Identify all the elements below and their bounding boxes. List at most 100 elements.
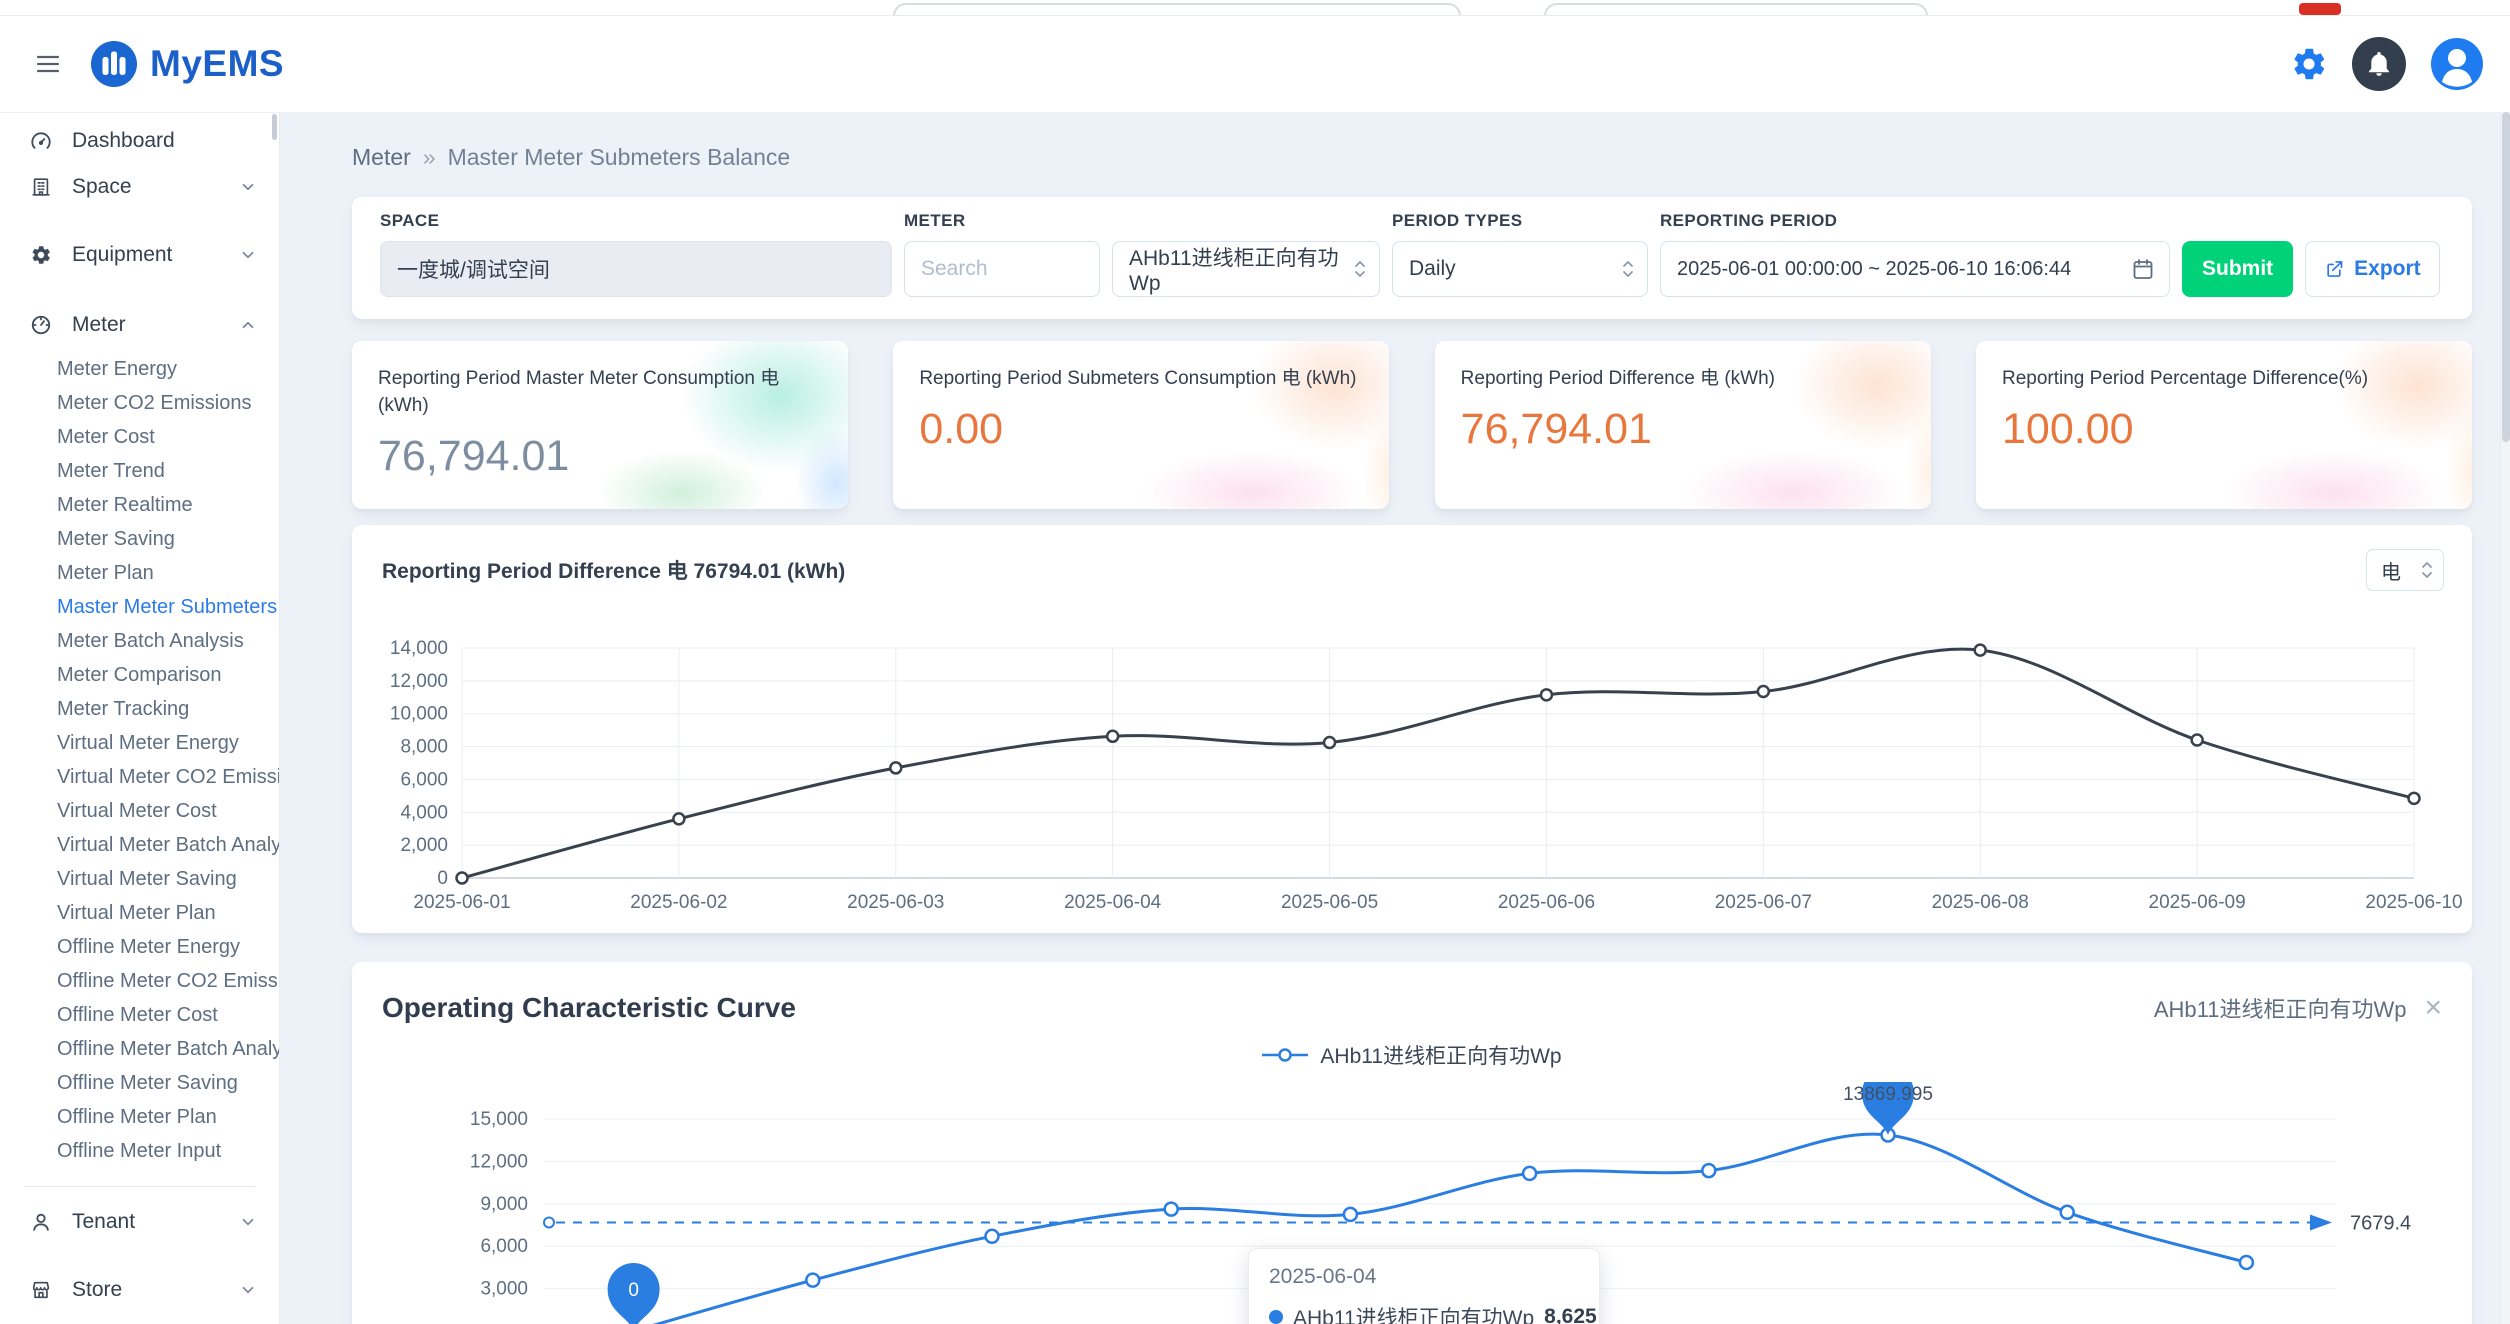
sidebar-subitem-virtual-meter-co2-emissions[interactable]: Virtual Meter CO2 Emissions (0, 760, 279, 794)
header-actions (2290, 37, 2484, 91)
sidebar-item-equipment[interactable]: Equipment (0, 232, 279, 278)
sidebar-subitem-meter-energy[interactable]: Meter Energy (0, 352, 279, 386)
reporting-period-input[interactable]: 2025-06-01 00:00:00 ~ 2025-06-10 16:06:4… (1660, 241, 2170, 297)
sidebar-subitem-meter-co2-emissions[interactable]: Meter CO2 Emissions (0, 386, 279, 420)
sidebar-subitem-offline-meter-plan[interactable]: Offline Meter Plan (0, 1100, 279, 1134)
sidebar-item-tenant[interactable]: Tenant (0, 1199, 279, 1245)
legend-line-icon (1262, 1047, 1308, 1063)
browser-record-indicator (2299, 3, 2341, 15)
breadcrumb-meter[interactable]: Meter (352, 144, 411, 171)
sidebar-subitem-offline-meter-input[interactable]: Offline Meter Input (0, 1134, 279, 1168)
tooltip-row: AHb11进线柜正向有功Wp 8,625 (1269, 1302, 1579, 1324)
sidebar-subitem-virtual-meter-batch-analysis[interactable]: Virtual Meter Batch Analysis (0, 828, 279, 862)
sidebar-subitem-meter-comparison[interactable]: Meter Comparison (0, 658, 279, 692)
brand-name: MyEMS (150, 43, 284, 85)
period-types-field-group: PERIOD TYPES Daily (1392, 211, 1648, 297)
chart2-legend[interactable]: AHb11进线柜正向有功Wp (352, 1040, 2472, 1070)
energy-category-value: 电 (2381, 556, 2401, 585)
meter-search-input[interactable] (904, 241, 1100, 297)
svg-text:0: 0 (437, 868, 448, 889)
svg-text:13869.995: 13869.995 (1843, 1084, 1933, 1105)
main-content: Meter » Master Meter Submeters Balance S… (280, 112, 2500, 1324)
myems-logo[interactable]: MyEMS (90, 40, 284, 88)
sidebar-subitem-offline-meter-co2-emissions[interactable]: Offline Meter CO2 Emissions (0, 964, 279, 998)
gear-icon[interactable] (2290, 45, 2328, 83)
close-icon[interactable]: × (2424, 993, 2442, 1023)
svg-text:2025-06-08: 2025-06-08 (1932, 892, 2029, 913)
browser-tab[interactable] (893, 3, 1461, 16)
meter-select-value: AHb11进线柜正向有功Wp (1129, 242, 1353, 296)
stat-card-value: 76,794.01 (378, 432, 822, 481)
sidebar-item-store[interactable]: Store (0, 1267, 279, 1313)
space-input[interactable] (380, 241, 892, 297)
sidebar-subitem-virtual-meter-cost[interactable]: Virtual Meter Cost (0, 794, 279, 828)
svg-text:2,000: 2,000 (400, 835, 448, 856)
export-button[interactable]: Export (2305, 241, 2440, 297)
svg-text:2025-06-10: 2025-06-10 (2365, 892, 2462, 913)
sidebar-subitem-meter-cost[interactable]: Meter Cost (0, 420, 279, 454)
breadcrumb: Meter » Master Meter Submeters Balance (352, 142, 2500, 172)
sidebar-item-label: Dashboard (72, 129, 175, 153)
sidebar-item-meter[interactable]: Meter (0, 302, 279, 348)
page-title: Master Meter Submeters Balance (448, 144, 791, 171)
sidebar-subitem-offline-meter-energy[interactable]: Offline Meter Energy (0, 930, 279, 964)
sidebar-subitem-meter-saving[interactable]: Meter Saving (0, 522, 279, 556)
sidebar-subitem-meter-batch-analysis[interactable]: Meter Batch Analysis (0, 624, 279, 658)
sidebar-subitem-master-meter-submeters-balance[interactable]: Master Meter Submeters Balance (0, 590, 279, 624)
sidebar-subitem-meter-plan[interactable]: Meter Plan (0, 556, 279, 590)
sidebar-item-label: Space (72, 175, 132, 199)
export-label: Export (2354, 257, 2421, 281)
chart2-title: Operating Characteristic Curve (382, 992, 796, 1024)
svg-text:2025-06-01: 2025-06-01 (413, 892, 510, 913)
stat-card-value: 0.00 (919, 405, 1363, 454)
difference-line-chart[interactable]: 02,0004,0006,0008,00010,00012,00014,0002… (352, 603, 2472, 933)
sidebar-subitem-offline-meter-batch-analysis[interactable]: Offline Meter Batch Analysis (0, 1032, 279, 1066)
sidebar-subitem-virtual-meter-plan[interactable]: Virtual Meter Plan (0, 896, 279, 930)
sidebar-item-dashboard[interactable]: Dashboard (0, 118, 279, 164)
stat-card-title: Reporting Period Master Meter Consumptio… (378, 365, 822, 419)
meter-field-group: METER AHb11进线柜正向有功Wp (904, 211, 1380, 297)
stat-card-4: Reporting Period Percentage Difference(%… (1976, 341, 2472, 509)
filter-panel: SPACE METER AHb11进线柜正向有功Wp PERIOD TYPES … (352, 197, 2472, 319)
svg-text:6,000: 6,000 (480, 1236, 528, 1257)
user-avatar-icon[interactable] (2430, 37, 2484, 91)
svg-text:2025-06-09: 2025-06-09 (2149, 892, 2246, 913)
svg-text:2025-06-02: 2025-06-02 (630, 892, 727, 913)
chart-tooltip: 2025-06-04 AHb11进线柜正向有功Wp 8,625 (1248, 1248, 1600, 1324)
sidebar: Dashboard Space Equipment Meter Meter Energy… (0, 112, 280, 1324)
svg-text:6,000: 6,000 (400, 769, 448, 790)
svg-text:4,000: 4,000 (400, 802, 448, 823)
sidebar-item-space[interactable]: Space (0, 164, 279, 210)
period-type-select[interactable]: Daily (1392, 241, 1648, 297)
export-icon (2324, 259, 2344, 279)
svg-text:2025-06-04: 2025-06-04 (1064, 892, 1162, 913)
store-icon (30, 1277, 56, 1303)
menu-icon[interactable] (34, 50, 62, 78)
reporting-period-label: REPORTING PERIOD (1660, 211, 2170, 231)
sidebar-subitem-virtual-meter-saving[interactable]: Virtual Meter Saving (0, 862, 279, 896)
select-caret-icon (2420, 559, 2434, 581)
sidebar-subitem-meter-realtime[interactable]: Meter Realtime (0, 488, 279, 522)
chart2-series-header: AHb11进线柜正向有功Wp × (2154, 992, 2442, 1024)
calendar-icon (2131, 257, 2155, 281)
browser-tab[interactable] (1544, 3, 1928, 16)
energy-category-select[interactable]: 电 (2366, 549, 2444, 591)
meter-select[interactable]: AHb11进线柜正向有功Wp (1112, 241, 1380, 297)
sidebar-subitem-offline-meter-saving[interactable]: Offline Meter Saving (0, 1066, 279, 1100)
operating-characteristic-curve-card: Operating Characteristic Curve AHb11进线柜正… (352, 962, 2472, 1324)
sidebar-subitem-offline-meter-cost[interactable]: Offline Meter Cost (0, 998, 279, 1032)
sidebar-subitem-meter-trend[interactable]: Meter Trend (0, 454, 279, 488)
submit-button[interactable]: Submit (2182, 241, 2293, 297)
chevron-up-icon (239, 316, 257, 334)
sidebar-subitem-virtual-meter-energy[interactable]: Virtual Meter Energy (0, 726, 279, 760)
sidebar-scrollbar-thumb[interactable] (272, 114, 277, 140)
scrollbar-thumb[interactable] (2502, 112, 2510, 442)
sidebar-item-label: Store (72, 1278, 122, 1302)
chevron-down-icon (239, 1281, 257, 1299)
stat-card-1: Reporting Period Master Meter Consumptio… (352, 341, 848, 509)
meter-label: METER (904, 211, 1380, 231)
page-scrollbar[interactable] (2500, 112, 2510, 1324)
bell-icon[interactable] (2352, 37, 2406, 91)
sidebar-subitem-meter-tracking[interactable]: Meter Tracking (0, 692, 279, 726)
stat-card-value: 100.00 (2002, 405, 2446, 454)
